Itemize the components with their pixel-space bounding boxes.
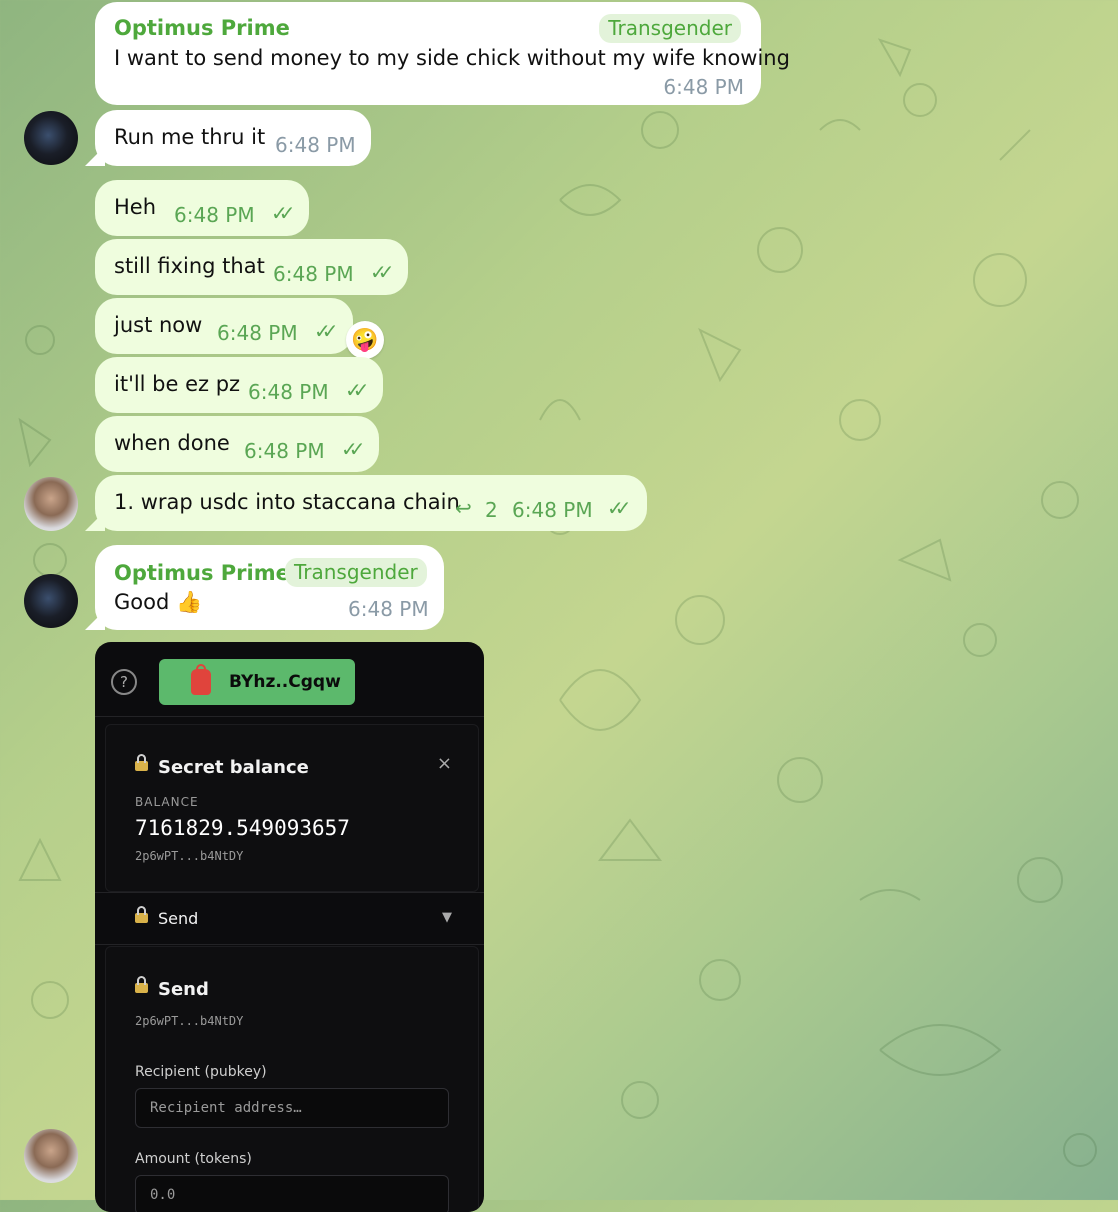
account-pubkey: 2p6wPT...b4NtDY xyxy=(135,849,244,863)
backpack-icon xyxy=(191,664,211,695)
message-time: 6:48 PM xyxy=(248,380,329,404)
message-time: 6:48 PM xyxy=(174,203,255,227)
message-time: 6:48 PM xyxy=(348,597,429,621)
sender-name[interactable]: Optimus Prime xyxy=(114,14,290,42)
wallet-widget: ? BYhz..Cgqw Secret balance × BALANCE 71… xyxy=(95,642,484,1212)
message-time: 6:48 PM xyxy=(273,262,354,286)
reply-arrow-icon[interactable]: ↩ xyxy=(455,495,472,522)
amount-label: Amount (tokens) xyxy=(135,1151,252,1167)
message-text: when done xyxy=(114,431,230,455)
message-bubble[interactable]: when done 6:48 PM ✓✓ xyxy=(95,416,379,472)
message-text: it'll be ez pz xyxy=(114,372,241,396)
wallet-address-label: BYhz..Cgqw xyxy=(229,672,341,692)
message-text: Heh xyxy=(114,195,157,219)
message-text: Good 👍 xyxy=(114,590,203,614)
help-icon[interactable]: ? xyxy=(111,669,137,695)
reaction-emoji[interactable]: 🤪 xyxy=(346,321,384,359)
chevron-down-icon[interactable]: ▼ xyxy=(442,910,452,925)
message-bubble[interactable]: Heh 6:48 PM ✓✓ xyxy=(95,180,309,236)
amount-input[interactable] xyxy=(136,1176,448,1212)
recipient-label: Recipient (pubkey) xyxy=(135,1064,267,1080)
message-text: still fixing that xyxy=(114,254,265,278)
message-text: 1. wrap usdc into staccana chain xyxy=(114,490,460,514)
avatar[interactable] xyxy=(24,111,78,165)
send-section-toggle[interactable]: Send ▼ xyxy=(95,894,484,944)
secret-balance-panel: Secret balance × BALANCE 7161829.5490936… xyxy=(105,724,479,892)
account-pubkey: 2p6wPT...b4NtDY xyxy=(135,1014,244,1028)
message-text: Run me thru it xyxy=(114,125,266,149)
balance-title: Secret balance xyxy=(135,754,309,778)
sender-name[interactable]: Optimus Prime xyxy=(114,559,290,587)
message-time: 6:48 PM xyxy=(244,439,325,463)
message-time: 6:48 PM xyxy=(512,498,593,522)
read-checkmarks-icon: ✓✓ xyxy=(314,319,338,343)
message-time: 6:48 PM xyxy=(217,321,298,345)
message-bubble[interactable]: Optimus Prime Transgender I want to send… xyxy=(95,2,790,105)
divider xyxy=(95,716,484,717)
balance-label: BALANCE xyxy=(135,795,199,809)
recipient-input[interactable] xyxy=(136,1089,448,1127)
read-checkmarks-icon: ✓✓ xyxy=(341,437,365,461)
close-icon[interactable]: × xyxy=(437,753,452,774)
lock-icon xyxy=(135,976,148,993)
message-text: just now xyxy=(114,313,203,337)
lock-icon xyxy=(135,754,148,771)
avatar[interactable] xyxy=(24,574,78,628)
send-form-panel: Send 2p6wPT...b4NtDY Recipient (pubkey) … xyxy=(105,946,479,1212)
message-bubble[interactable]: 1. wrap usdc into staccana chain ↩ 2 6:4… xyxy=(95,475,647,531)
avatar[interactable] xyxy=(24,1129,78,1183)
reply-count[interactable]: 2 xyxy=(485,497,498,524)
wallet-address-button[interactable]: BYhz..Cgqw xyxy=(159,659,355,705)
read-checkmarks-icon: ✓✓ xyxy=(370,260,394,284)
sender-role-badge: Transgender xyxy=(599,14,741,43)
message-bubble[interactable]: just now 6:48 PM ✓✓ xyxy=(95,298,353,354)
recipient-field[interactable] xyxy=(135,1088,449,1128)
divider xyxy=(95,944,484,945)
sender-role-badge: Transgender xyxy=(285,558,427,587)
message-bubble[interactable]: still fixing that 6:48 PM ✓✓ xyxy=(95,239,408,295)
message-text: I want to send money to my side chick wi… xyxy=(114,46,790,70)
read-checkmarks-icon: ✓✓ xyxy=(345,378,369,402)
message-bubble[interactable]: Optimus Prime Transgender Good 👍 6:48 PM xyxy=(95,545,444,630)
balance-amount: 7161829.549093657 xyxy=(135,816,350,840)
read-checkmarks-icon: ✓✓ xyxy=(607,496,631,520)
message-bubble[interactable]: it'll be ez pz 6:48 PM ✓✓ xyxy=(95,357,383,413)
read-checkmarks-icon: ✓✓ xyxy=(271,201,295,225)
message-time: 6:48 PM xyxy=(275,133,356,157)
lock-icon xyxy=(135,905,148,923)
message-bubble[interactable]: Run me thru it 6:48 PM xyxy=(95,110,371,166)
divider xyxy=(95,892,484,893)
send-section-label: Send xyxy=(158,909,199,928)
avatar[interactable] xyxy=(24,477,78,531)
send-form-title: Send xyxy=(158,979,209,1000)
amount-field[interactable] xyxy=(135,1175,449,1212)
message-time: 6:48 PM xyxy=(663,75,744,99)
